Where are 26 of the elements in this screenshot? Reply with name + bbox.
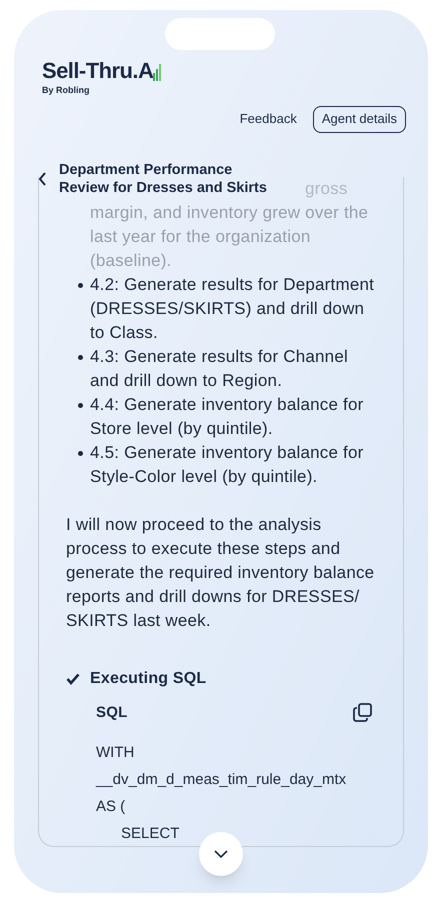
step-text: 4.5: Generate inventory balance for Style-Color level (by quintile). [90, 442, 364, 488]
step-text: 4.2: Generate results for Department (DRESSES/SKIRTS) and drill down to Class. [90, 274, 376, 344]
logo-text: Sell-Thru.A [42, 60, 154, 82]
step-text: 4.3: Generate results for Channel and drill down to Region. [90, 346, 349, 392]
feedback-link[interactable]: Feedback [240, 109, 297, 129]
conversation-title: Department Performance Review for Dresses and Skirts [59, 160, 268, 196]
chevron-down-icon [214, 850, 228, 858]
code-line: AS ( [96, 796, 126, 816]
step-text: 4.4: Generate inventory balance for Store level (by quintile). [90, 394, 364, 440]
faded-text: margin, and inventory grew over the last year for the organization (baseline). [89, 202, 370, 272]
bullet-icon [78, 354, 83, 360]
copy-button[interactable] [353, 703, 372, 722]
bullet-icon [78, 402, 83, 408]
back-chevron-icon[interactable] [38, 172, 48, 186]
message-paragraph: I will now proceed to the analysis process to execute these steps and generate the required inventory balance reports and drill downs for DRESSES/ SKIRTS last week. [66, 514, 376, 632]
growth-bars-icon [153, 61, 164, 81]
bullet-icon [78, 282, 83, 288]
code-line: WITH [96, 742, 136, 762]
agent-details-button[interactable]: Agent details [312, 106, 406, 132]
byline-text: By Robling [42, 84, 90, 97]
code-block-title: SQL [96, 702, 128, 722]
copy-icon [353, 703, 372, 722]
bullet-icon [78, 450, 83, 456]
code-line: SELECT [120, 824, 180, 844]
code-line: __dv_dm_d_meas_tim_rule_day_mtx [96, 770, 348, 790]
tool-status-label: Executing SQL [90, 668, 206, 688]
